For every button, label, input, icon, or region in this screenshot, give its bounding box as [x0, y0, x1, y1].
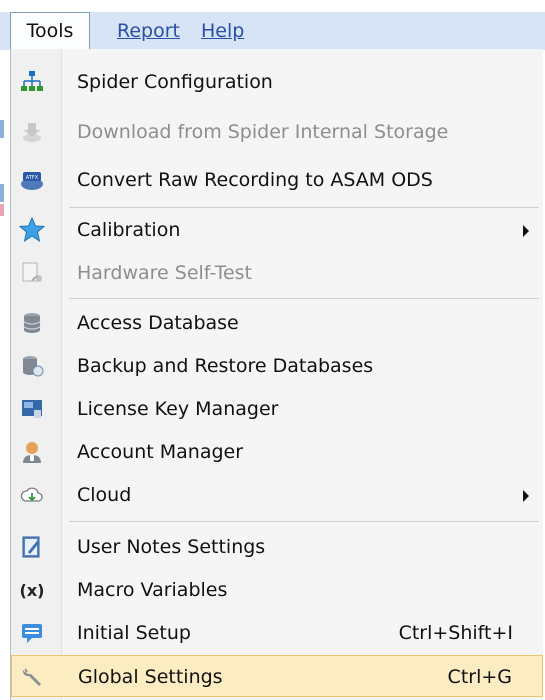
menu-item-download-from-spider[interactable]: Download from Spider Internal Storage: [11, 111, 543, 153]
macro-variable-icon: (x): [19, 577, 45, 603]
menu-item-label: Spider Configuration: [77, 71, 273, 93]
menu-item-label: Macro Variables: [77, 579, 228, 601]
menu-item-access-database[interactable]: Access Database: [11, 302, 543, 344]
network-icon: [19, 69, 45, 95]
menu-item-label: User Notes Settings: [77, 536, 266, 558]
svg-text:ATFX: ATFX: [26, 175, 39, 181]
menu-item-cloud[interactable]: Cloud: [11, 474, 543, 516]
svg-text:(x): (x): [20, 581, 45, 600]
star-icon: [19, 217, 45, 243]
menu-item-backup-restore-databases[interactable]: Backup and Restore Databases: [11, 345, 543, 387]
setup-icon: [19, 620, 45, 646]
menubar: Tools Report Help: [0, 0, 545, 50]
menu-item-label: Calibration: [77, 219, 181, 241]
menu-item-global-settings[interactable]: Global Settings Ctrl+G: [11, 655, 543, 697]
menu-item-convert-raw-recording[interactable]: ATFX Convert Raw Recording to ASAM ODS: [11, 159, 543, 201]
license-key-icon: [19, 396, 45, 422]
menu-item-label: Cloud: [77, 484, 132, 506]
menu-item-label: License Key Manager: [77, 398, 279, 420]
menu-item-label: Account Manager: [77, 441, 244, 463]
menu-item-label: Download from Spider Internal Storage: [77, 121, 449, 143]
submenu-arrow-icon: [523, 490, 529, 502]
menu-item-account-manager[interactable]: Account Manager: [11, 431, 543, 473]
window-edge: [0, 120, 10, 700]
menu-separator: [69, 207, 539, 208]
menu-item-label: Backup and Restore Databases: [77, 355, 374, 377]
menu-report[interactable]: Report: [117, 12, 180, 50]
self-test-icon: [19, 260, 45, 286]
menu-tools[interactable]: Tools: [10, 12, 90, 49]
backup-database-icon: [19, 353, 45, 379]
menu-item-label: Global Settings: [78, 666, 223, 688]
tools-dropdown-menu: Spider Configuration Download from Spide…: [10, 49, 543, 700]
menu-item-label: Initial Setup: [77, 622, 191, 644]
convert-icon: ATFX: [19, 167, 45, 193]
menu-item-shortcut: Ctrl+G: [447, 666, 512, 688]
notes-icon: [19, 534, 45, 560]
menu-item-license-key-manager[interactable]: License Key Manager: [11, 388, 543, 430]
menu-item-spider-configuration[interactable]: Spider Configuration: [11, 61, 543, 103]
account-icon: [19, 439, 45, 465]
menu-item-calibration[interactable]: Calibration: [11, 209, 543, 251]
database-icon: [19, 310, 45, 336]
menu-item-label: Access Database: [77, 312, 239, 334]
menu-item-initial-setup[interactable]: Initial Setup Ctrl+Shift+I: [11, 612, 543, 654]
download-icon: [19, 119, 45, 145]
cloud-icon: [19, 482, 45, 508]
menu-item-label: Convert Raw Recording to ASAM ODS: [77, 169, 433, 191]
menu-separator: [69, 298, 539, 299]
menu-item-label: Hardware Self-Test: [77, 262, 252, 284]
submenu-arrow-icon: [523, 225, 529, 237]
menu-item-macro-variables[interactable]: (x) Macro Variables: [11, 569, 543, 611]
menu-item-hardware-self-test[interactable]: Hardware Self-Test: [11, 252, 543, 294]
wrench-icon: [20, 664, 46, 690]
menu-help[interactable]: Help: [201, 12, 244, 50]
menu-item-user-notes-settings[interactable]: User Notes Settings: [11, 526, 543, 568]
menu-separator: [69, 521, 539, 522]
menu-item-shortcut: Ctrl+Shift+I: [398, 622, 513, 644]
